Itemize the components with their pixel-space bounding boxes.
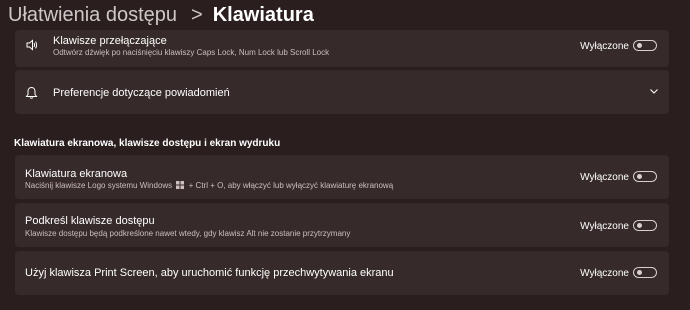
setting-underline-access-keys: Podkreśl klawisze dostępu Klawisze dostę… [15, 203, 669, 247]
setting-notification-preferences[interactable]: Preferencje dotyczące powiadomień [15, 70, 669, 114]
setting-description: Klawisze dostępu będą podkreślone nawet … [25, 229, 351, 238]
setting-title: Podkreśl klawisze dostępu [25, 215, 155, 227]
setting-title: Preferencje dotyczące powiadomień [53, 87, 230, 99]
setting-print-screen: Użyj klawisza Print Screen, aby uruchomi… [15, 251, 669, 295]
page-title: Klawiatura [212, 3, 314, 26]
setting-title: Użyj klawisza Print Screen, aby uruchomi… [25, 267, 394, 279]
print-screen-switch[interactable] [633, 267, 657, 278]
toggle-state-label: Wyłączone [580, 172, 629, 183]
onscreen-keyboard-switch[interactable] [633, 171, 657, 182]
toggle-state-label: Wyłączone [580, 41, 629, 52]
bell-icon [25, 86, 38, 99]
setting-description: Naciśnij klawisze Logo systemu Windows +… [25, 181, 393, 190]
speaker-icon [26, 39, 38, 51]
toggle-keys-switch[interactable] [633, 40, 657, 51]
toggle-knob [637, 270, 642, 275]
toggle-state-label: Wyłączone [580, 221, 629, 232]
setting-description: Odtwórz dźwięk po naciśnięciu klawiszy C… [53, 48, 330, 57]
section-heading: Klawiatura ekranowa, klawisze dostępu i … [14, 138, 281, 149]
setting-title: Klawiatura ekranowa [25, 168, 128, 180]
breadcrumb-separator: > [191, 3, 203, 26]
toggle-knob [637, 43, 642, 48]
chevron-down-icon[interactable] [649, 88, 659, 95]
description-text-before: Naciśnij klawisze Logo systemu Windows [25, 181, 173, 190]
access-keys-switch[interactable] [633, 220, 657, 231]
breadcrumb-parent-link[interactable]: Ułatwienia dostępu [8, 4, 177, 27]
setting-title: Klawisze przełączające [53, 35, 167, 47]
toggle-knob [637, 174, 642, 179]
toggle-state-label: Wyłączone [580, 268, 629, 279]
setting-toggle-keys: Klawisze przełączające Odtwórz dźwięk po… [15, 30, 669, 67]
setting-onscreen-keyboard: Klawiatura ekranowa Naciśnij klawisze Lo… [15, 155, 669, 199]
description-text-after: + Ctrl + O, aby włączyć lub wyłączyć kla… [188, 181, 394, 190]
breadcrumb: Ułatwienia dostępu > Klawiatura [8, 0, 314, 30]
toggle-knob [637, 223, 642, 228]
windows-logo-icon [176, 181, 185, 189]
